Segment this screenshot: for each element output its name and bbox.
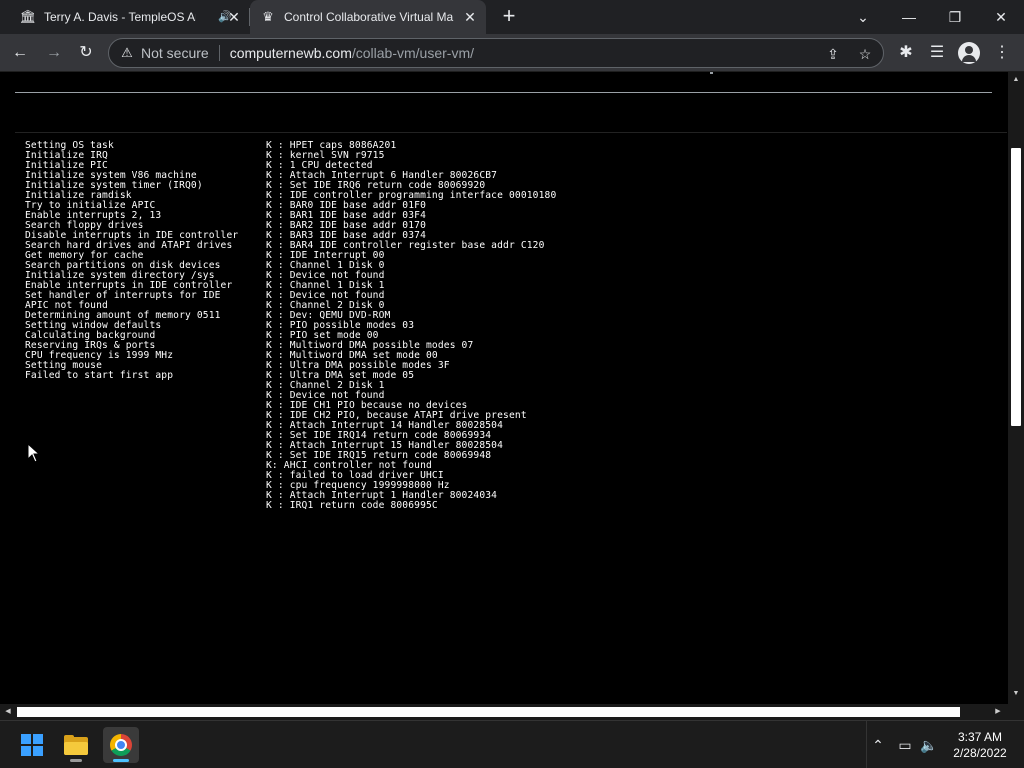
clock-date: 2/28/2022	[953, 746, 1007, 760]
scroll-right-arrow-icon[interactable]: ▶	[994, 708, 1002, 716]
browser-tab-strip: 🏛 Terry A. Davis - TempleOS Ar 🔊 ✕ ♛ Con…	[0, 0, 1024, 34]
file-explorer-button[interactable]	[58, 727, 94, 763]
mouse-cursor-icon	[27, 443, 41, 463]
scroll-left-arrow-icon[interactable]: ◀	[4, 708, 12, 716]
vertical-scrollbar[interactable]: ▲ ▼	[1008, 72, 1024, 704]
folder-icon	[64, 735, 88, 755]
vertical-scroll-thumb[interactable]	[1011, 148, 1021, 426]
tray-separator	[866, 721, 867, 768]
reload-button[interactable]: ↻	[74, 41, 98, 65]
profile-avatar[interactable]	[958, 42, 980, 64]
close-window-button[interactable]: ✕	[978, 0, 1024, 34]
browser-toolbar: ← → ↻ ⚠ Not secure computernewb.com /col…	[0, 34, 1024, 72]
running-indicator	[70, 759, 82, 762]
horizontal-scroll-thumb[interactable]	[17, 707, 960, 717]
start-button[interactable]	[14, 727, 50, 763]
tab-title: Terry A. Davis - TempleOS Ar	[44, 10, 196, 24]
show-hidden-icons-chevron-icon[interactable]: ⌃	[868, 721, 888, 768]
horizontal-scrollbar[interactable]: ◀ ▶	[0, 704, 1008, 720]
volume-icon[interactable]: 🔈	[918, 721, 940, 768]
share-icon[interactable]: ⇪	[823, 44, 843, 64]
chrome-taskbar-button[interactable]	[103, 727, 139, 763]
tab-title: Control Collaborative Virtual Ma	[284, 10, 454, 24]
forward-button[interactable]: →	[42, 41, 66, 65]
page-content: Setting OS task Initialize IRQ Initialize …	[0, 72, 1008, 704]
scrollbar-corner	[1008, 704, 1024, 720]
tab-templeos[interactable]: 🏛 Terry A. Davis - TempleOS Ar 🔊 ✕	[14, 0, 250, 34]
address-bar[interactable]: ⚠ Not secure computernewb.com /collab-vm…	[108, 38, 884, 68]
omnibox-divider	[218, 45, 220, 61]
vm-boot-log-right: K : HPET caps 8086A201 K : kernel SVN r97…	[266, 141, 556, 511]
clock[interactable]: 3:37 AM 2/28/2022	[944, 729, 1016, 761]
windows-icon	[21, 734, 43, 756]
page-divider	[15, 92, 992, 93]
chrome-icon	[110, 734, 132, 756]
back-button[interactable]: ←	[8, 41, 32, 65]
page-artifact	[710, 72, 713, 74]
close-tab-icon[interactable]: ✕	[462, 9, 478, 25]
network-icon[interactable]: ▭	[894, 721, 916, 768]
minimize-button[interactable]: —	[886, 0, 932, 34]
vm-log-line: Failed to start first app	[25, 370, 174, 381]
vm-display[interactable]: Setting OS task Initialize IRQ Initialize …	[15, 132, 1007, 704]
restore-button[interactable]: ❐	[932, 0, 978, 34]
bookmark-star-icon[interactable]: ☆	[855, 44, 875, 64]
tab-collab-vm[interactable]: ♛ Control Collaborative Virtual Ma ✕	[250, 0, 486, 34]
vm-log-line: K : IRQ1 return code 8006995C	[266, 500, 438, 511]
new-tab-button[interactable]: +	[497, 5, 521, 29]
scroll-up-arrow-icon[interactable]: ▲	[1012, 76, 1020, 84]
active-indicator	[113, 759, 129, 762]
media-control-icon[interactable]: ☰	[925, 41, 949, 65]
scroll-down-arrow-icon[interactable]: ▼	[1012, 690, 1020, 698]
vm-icon: ♛	[262, 9, 274, 24]
tab-search-button[interactable]: ⌄	[840, 0, 886, 34]
warning-icon[interactable]: ⚠	[119, 45, 135, 61]
close-tab-icon[interactable]: ✕	[226, 9, 242, 25]
menu-icon[interactable]: ⋮	[990, 41, 1014, 65]
museum-icon: 🏛	[19, 9, 37, 24]
extensions-icon[interactable]: ✱	[894, 41, 918, 65]
url-host: computernewb.com	[229, 45, 352, 61]
windows-taskbar: ⌃ ▭ 🔈 3:37 AM 2/28/2022	[0, 720, 1024, 768]
url-path: /collab-vm/user-vm/	[351, 45, 475, 61]
vm-boot-log-left: Setting OS task Initialize IRQ Initialize …	[25, 141, 238, 381]
security-label[interactable]: Not secure	[141, 45, 209, 61]
clock-time: 3:37 AM	[957, 730, 1003, 744]
